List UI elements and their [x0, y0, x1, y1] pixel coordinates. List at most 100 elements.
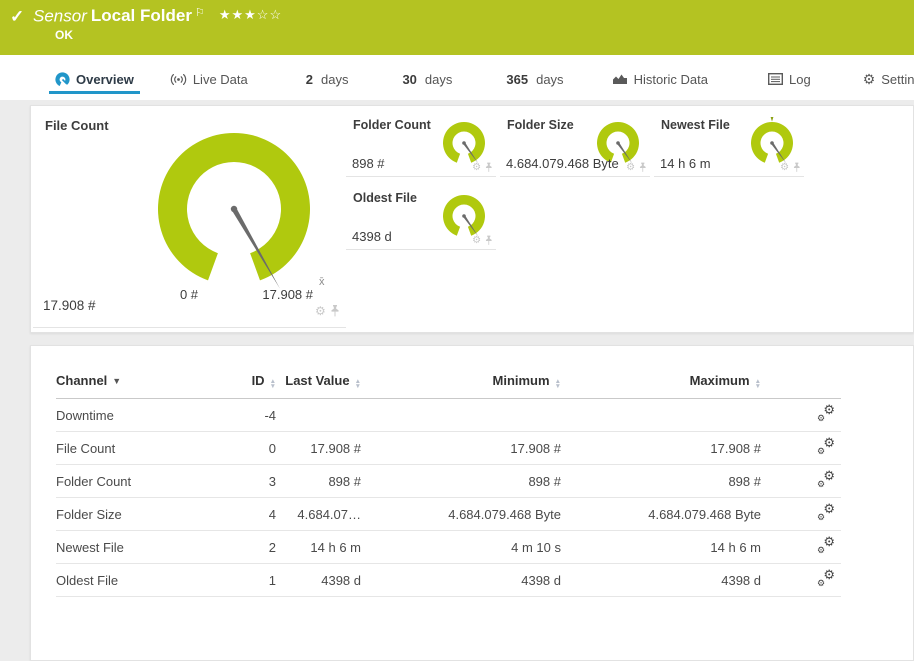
table-row: Newest File 2 14 h 6 m 4 m 10 s 14 h 6 m…: [56, 531, 841, 564]
edit-channel-icon[interactable]: ⚙⚙: [817, 405, 835, 422]
tab-day-number: 365: [506, 72, 528, 87]
sensor-tabbar: Overview Live Data 2 days 30 days 365 da…: [0, 55, 914, 100]
tab-30-days[interactable]: 30 days: [396, 67, 458, 94]
channel-id: 0: [241, 432, 276, 465]
column-header-maximum[interactable]: Maximum ▲▼: [561, 368, 761, 399]
gauges-panel: File Count x̄ 0 # 17.908 # 17.908 # ⚙ Fo…: [30, 105, 914, 333]
channel-name: File Count: [56, 432, 241, 465]
gauge-actions: ⚙: [315, 305, 340, 317]
cell-divider: [33, 327, 346, 328]
column-header-actions: [761, 368, 841, 399]
tab-label: days: [321, 72, 348, 87]
maximum-value: 17.908 #: [561, 432, 761, 465]
table-header-row: Channel ▼ ID▲▼ Last Value ▲▼ Minimum ▲▼ Max…: [56, 368, 841, 399]
status-ok-check-icon: ✓: [10, 7, 24, 27]
area-chart-icon: [612, 73, 628, 85]
gauge-settings-icon[interactable]: ⚙: [315, 305, 326, 317]
gauge-settings-icon[interactable]: ⚙: [626, 163, 635, 173]
tab-label: days: [536, 72, 563, 87]
mini-gauge-oldest-file: Oldest File 4398 d ⚙: [346, 189, 496, 250]
channel-id: 3: [241, 465, 276, 498]
gauge-actions: ⚙: [780, 163, 801, 173]
sort-desc-icon: ▼: [112, 376, 121, 386]
edit-channel-icon[interactable]: ⚙⚙: [817, 537, 835, 554]
sort-toggle-icon: ▲▼: [755, 379, 761, 389]
minimum-value: 4 m 10 s: [361, 531, 561, 564]
tab-live-data[interactable]: Live Data: [164, 67, 254, 94]
gauge-icon: [55, 72, 70, 87]
channel-id: 2: [241, 531, 276, 564]
maximum-value: [561, 399, 761, 432]
tab-overview[interactable]: Overview: [49, 67, 140, 94]
sort-toggle-icon: ▲▼: [555, 379, 561, 389]
mini-gauge-newest-file: Newest File 14 h 6 m ⚙: [654, 116, 804, 177]
tab-log[interactable]: Log: [762, 67, 817, 94]
tab-2-days[interactable]: 2 days: [300, 67, 355, 94]
gauge-scale-max: 17.908 #: [239, 287, 313, 302]
channel-id: 4: [241, 498, 276, 531]
edit-channel-icon[interactable]: ⚙⚙: [817, 471, 835, 488]
mini-gauge-folder-size: Folder Size 4.684.079.468 Byte ⚙: [500, 116, 650, 177]
column-header-minimum[interactable]: Minimum ▲▼: [361, 368, 561, 399]
edit-channel-icon[interactable]: ⚙⚙: [817, 570, 835, 587]
tab-historic-data[interactable]: Historic Data: [606, 67, 714, 94]
tab-label: Historic Data: [634, 72, 708, 87]
edit-channel-icon[interactable]: ⚙⚙: [817, 504, 835, 521]
last-value: 17.908 #: [276, 432, 361, 465]
gauge-settings-icon[interactable]: ⚙: [780, 163, 789, 173]
edit-channel-icon[interactable]: ⚙⚙: [817, 438, 835, 455]
mini-gauge-title: Newest File: [661, 118, 730, 132]
status-badge: OK: [55, 28, 73, 42]
broadcast-icon: [170, 73, 187, 86]
last-value: 4.684.07…: [276, 498, 361, 531]
column-label: Channel: [56, 373, 107, 388]
pin-icon[interactable]: [485, 236, 493, 246]
column-label: Last Value: [285, 373, 349, 388]
mini-gauge-value: 14 h 6 m: [660, 156, 711, 171]
column-header-last-value[interactable]: Last Value ▲▼: [276, 368, 361, 399]
maximum-value: 4398 d: [561, 564, 761, 597]
pin-icon[interactable]: [639, 163, 647, 173]
gauge-actions: ⚙: [626, 163, 647, 173]
mini-gauge-title: Folder Size: [507, 118, 574, 132]
gauge-actions: ⚙: [472, 236, 493, 246]
pin-icon[interactable]: [330, 305, 340, 317]
maximum-value: 4.684.079.468 Byte: [561, 498, 761, 531]
channel-table-panel: Channel ▼ ID▲▼ Last Value ▲▼ Minimum ▲▼ Max…: [30, 345, 914, 661]
mini-gauge-title: Folder Count: [353, 118, 431, 132]
table-row: Oldest File 1 4398 d 4398 d 4398 d ⚙⚙: [56, 564, 841, 597]
gauge-settings-icon[interactable]: ⚙: [472, 163, 481, 173]
tab-settings[interactable]: ⚙ Settings: [857, 67, 914, 94]
minimum-value: 898 #: [361, 465, 561, 498]
channel-name: Oldest File: [56, 564, 241, 597]
maximum-value: 14 h 6 m: [561, 531, 761, 564]
tab-label: days: [425, 72, 452, 87]
mini-gauge-title: Oldest File: [353, 191, 417, 205]
tab-day-number: 2: [306, 72, 313, 87]
tab-365-days[interactable]: 365 days: [500, 67, 569, 94]
scale-marker: [771, 117, 774, 122]
priority-stars[interactable]: ★★★☆☆: [219, 7, 282, 22]
column-header-channel[interactable]: Channel ▼: [56, 368, 241, 399]
gauge-settings-icon[interactable]: ⚙: [472, 236, 481, 246]
maximum-value: 898 #: [561, 465, 761, 498]
tab-day-number: 30: [402, 72, 416, 87]
table-row: File Count 0 17.908 # 17.908 # 17.908 # …: [56, 432, 841, 465]
sort-toggle-icon: ▲▼: [355, 379, 361, 389]
channel-id: -4: [241, 399, 276, 432]
pin-icon[interactable]: [485, 163, 493, 173]
channel-name: Newest File: [56, 531, 241, 564]
column-header-id[interactable]: ID▲▼: [241, 368, 276, 399]
tab-label: Live Data: [193, 72, 248, 87]
page-title: Local Folder: [91, 6, 192, 25]
tab-label: Log: [789, 72, 811, 87]
pin-icon[interactable]: [793, 163, 801, 173]
priority-flag-icon: ⚐: [195, 7, 205, 19]
column-label: Minimum: [493, 373, 550, 388]
column-label: Maximum: [690, 373, 750, 388]
tab-label: Settings: [881, 72, 914, 87]
table-row: Folder Size 4 4.684.07… 4.684.079.468 By…: [56, 498, 841, 531]
table-row: Folder Count 3 898 # 898 # 898 # ⚙⚙: [56, 465, 841, 498]
channel-name: Downtime: [56, 399, 241, 432]
sensor-status-header: ✓ SensorLocal Folder⚐★★★☆☆ OK: [0, 0, 914, 55]
